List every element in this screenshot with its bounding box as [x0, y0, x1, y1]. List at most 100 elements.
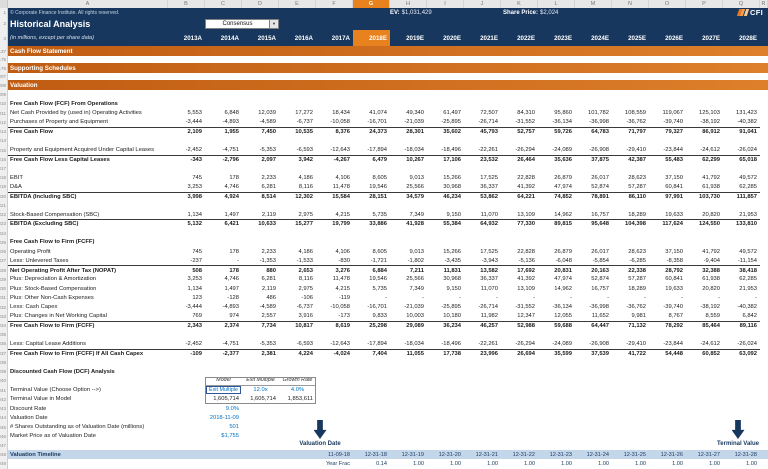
cell[interactable]: 52,988	[501, 320, 538, 330]
cell[interactable]: 17,525	[464, 247, 501, 256]
cell[interactable]: 62,299	[686, 154, 723, 164]
cell[interactable]: 12,039	[242, 108, 279, 117]
row-number[interactable]: 228	[0, 265, 8, 275]
cell[interactable]: 37,150	[649, 173, 686, 182]
cell[interactable]: 15,277	[279, 219, 316, 228]
row-label[interactable]: Free Cash Flow to Firm (FCFF)	[8, 320, 168, 330]
cell[interactable]: 16,757	[575, 284, 612, 293]
cell[interactable]: -10,058	[316, 302, 353, 311]
cell[interactable]: -4,589	[242, 118, 279, 127]
cell[interactable]: 111,857	[723, 191, 760, 201]
cell[interactable]: 19,799	[316, 219, 353, 228]
cell[interactable]: 18,289	[612, 210, 649, 219]
cell[interactable]: -	[686, 293, 723, 302]
year-header[interactable]: 2014A	[205, 30, 242, 46]
row-number[interactable]: 247	[0, 440, 8, 451]
row-number[interactable]: 234	[0, 320, 8, 331]
cell[interactable]: 974	[205, 312, 242, 321]
year-header[interactable]: 2027E	[686, 30, 723, 46]
cell[interactable]: 12,302	[279, 191, 316, 201]
cell[interactable]: 1.00	[501, 459, 538, 468]
cell[interactable]: 95,860	[538, 108, 575, 117]
cell[interactable]: 15,266	[427, 173, 464, 182]
row-number[interactable]: 245	[0, 422, 8, 432]
year-header[interactable]: 2018E	[353, 30, 390, 46]
year-header[interactable]: 2017A	[316, 30, 353, 46]
cell[interactable]: 3,942	[279, 154, 316, 164]
input-cell[interactable]: 9.0%	[205, 404, 242, 413]
row-number[interactable]: 175	[0, 56, 8, 63]
row-label[interactable]: Plus: Changes in Net Working Capital	[8, 312, 168, 321]
cell[interactable]: 37,150	[649, 247, 686, 256]
year-header[interactable]: 2013A	[168, 30, 205, 46]
cell[interactable]: 6,848	[205, 108, 242, 117]
cell[interactable]: -	[612, 293, 649, 302]
cell[interactable]: 64,221	[501, 191, 538, 201]
cell[interactable]: 95,648	[575, 219, 612, 228]
cell[interactable]: 35,636	[538, 154, 575, 164]
cell[interactable]: -8,358	[649, 256, 686, 265]
cell[interactable]: 28,151	[353, 191, 390, 201]
cell[interactable]: 101,782	[575, 108, 612, 117]
cell[interactable]: 71,132	[612, 320, 649, 330]
cell[interactable]: 57,287	[612, 182, 649, 191]
row-label[interactable]: Plus: Other Non-Cash Expenses	[8, 293, 168, 302]
cell[interactable]: 60,852	[686, 348, 723, 358]
cell[interactable]: 3,998	[168, 191, 205, 201]
cell[interactable]: -22,261	[464, 145, 501, 154]
cell[interactable]: 2,233	[242, 173, 279, 182]
row-label[interactable]: Valuation Timeline	[8, 450, 168, 459]
row-number[interactable]: 213	[0, 126, 8, 137]
row-number[interactable]: 207	[0, 73, 8, 80]
cell[interactable]: -17,894	[353, 339, 390, 348]
cell[interactable]: 10,633	[242, 219, 279, 228]
row-number[interactable]: 226	[0, 246, 8, 257]
cell[interactable]: 89,815	[538, 219, 575, 228]
cell[interactable]: 13,582	[464, 265, 501, 274]
row-number[interactable]: 238	[0, 357, 8, 368]
row-number[interactable]: 137	[0, 46, 8, 56]
cell[interactable]: 5,735	[353, 210, 390, 219]
row-number[interactable]: 222	[0, 210, 8, 220]
cell[interactable]: -4,267	[316, 154, 353, 164]
cell[interactable]: 2,557	[242, 312, 279, 321]
cell[interactable]: -5,136	[501, 256, 538, 265]
cell[interactable]: 26,879	[538, 247, 575, 256]
cell[interactable]: 10,003	[390, 312, 427, 321]
cell[interactable]: 35,599	[538, 348, 575, 358]
cell[interactable]: 2,975	[279, 284, 316, 293]
row-number[interactable]: 1	[0, 8, 8, 17]
cell[interactable]: -40,382	[723, 302, 760, 311]
cell[interactable]: 10,180	[427, 312, 464, 321]
cell[interactable]: -5,353	[242, 145, 279, 154]
cell[interactable]: -16,701	[353, 118, 390, 127]
cell[interactable]: 30,968	[427, 182, 464, 191]
row-label[interactable]: Plus: Stock-Based Compensation	[8, 284, 168, 293]
cell[interactable]: 178	[205, 173, 242, 182]
cell[interactable]: 4,186	[279, 173, 316, 182]
cell[interactable]: 84,310	[501, 108, 538, 117]
cell[interactable]: 2,653	[279, 265, 316, 274]
cell[interactable]: -237	[168, 256, 205, 265]
cell[interactable]: 61,938	[686, 182, 723, 191]
cell[interactable]: 1,134	[168, 284, 205, 293]
cell[interactable]: 1.00	[390, 459, 427, 468]
cell[interactable]: 41,392	[501, 182, 538, 191]
row-label[interactable]: D&A	[8, 182, 168, 191]
cell[interactable]: 104,398	[612, 219, 649, 228]
cell[interactable]: -119	[316, 293, 353, 302]
cell[interactable]: -4,893	[205, 118, 242, 127]
cell[interactable]: 38,418	[723, 265, 760, 274]
row-number[interactable]: 210	[0, 99, 8, 109]
cell[interactable]: 1,497	[205, 210, 242, 219]
cell[interactable]: 41,928	[390, 219, 427, 228]
cell[interactable]: -12,643	[316, 339, 353, 348]
cell[interactable]: -24,089	[538, 339, 575, 348]
year-header[interactable]: 2022E	[501, 30, 538, 46]
cell[interactable]: -31,552	[501, 118, 538, 127]
cell[interactable]: -	[538, 293, 575, 302]
cell[interactable]: -6,285	[612, 256, 649, 265]
cell[interactable]: 21,953	[723, 210, 760, 219]
cell[interactable]: -	[205, 256, 242, 265]
cell[interactable]: 1,955	[205, 126, 242, 136]
